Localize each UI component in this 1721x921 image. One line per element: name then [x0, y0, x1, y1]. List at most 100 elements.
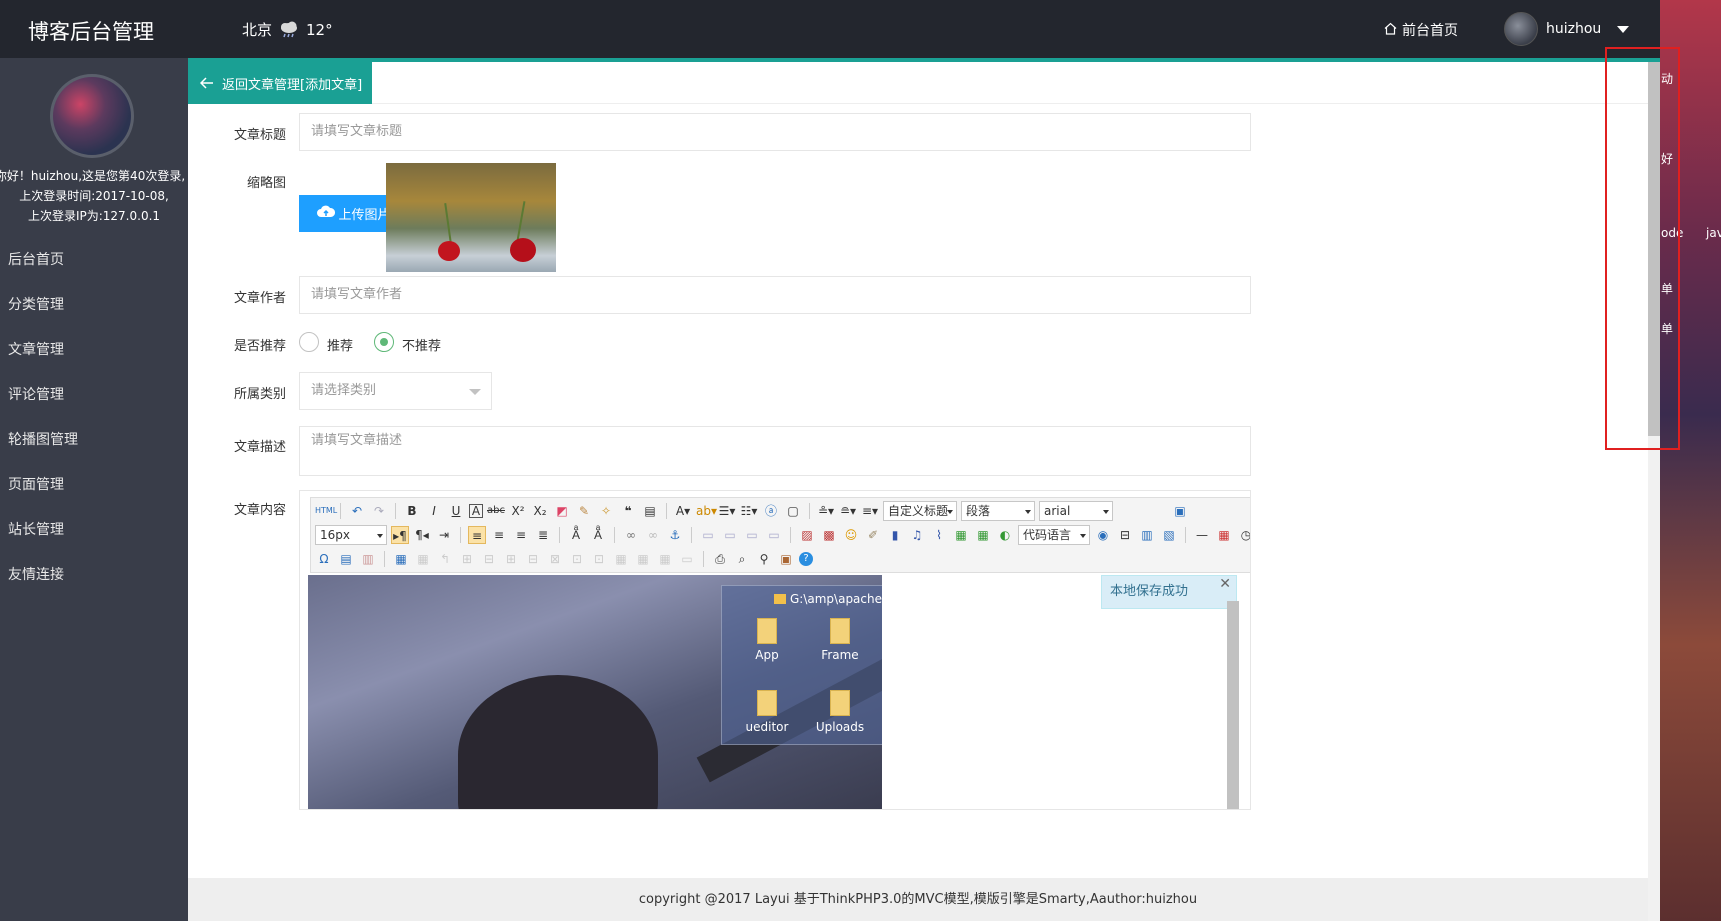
editor-scrollbar[interactable]	[1227, 601, 1239, 809]
custom-title-select[interactable]: 自定义标题	[883, 501, 957, 521]
desktop-icon-label[interactable]: jav	[1706, 226, 1721, 240]
time-icon[interactable]: ◷	[1237, 526, 1250, 544]
strikethrough-icon[interactable]: abc	[487, 502, 505, 520]
sidebar-item-comments[interactable]: 评论管理	[0, 373, 188, 418]
paste-plain-icon[interactable]: ▤	[641, 502, 659, 520]
row-spacing-top-icon[interactable]: ≗▾	[817, 502, 835, 520]
blockquote-icon[interactable]: ❝	[619, 502, 637, 520]
template-icon[interactable]: ▥	[1138, 526, 1156, 544]
site-logo[interactable]: 博客后台管理	[28, 16, 154, 46]
lowercase-icon[interactable]: Aͣ	[589, 526, 607, 544]
split-cells-icon[interactable]: ▦	[612, 550, 630, 568]
recommend-no-label[interactable]: 不推荐	[402, 335, 441, 354]
ordered-list-icon[interactable]: ☰▾	[718, 502, 736, 520]
background-icon[interactable]: ▧	[1160, 526, 1178, 544]
image-none-icon[interactable]: ▭	[699, 526, 717, 544]
scrawl-icon[interactable]: ✐	[864, 526, 882, 544]
clear-doc-icon[interactable]: ▢	[784, 502, 802, 520]
uppercase-icon[interactable]: Aͣ	[567, 526, 585, 544]
delete-col-icon[interactable]: ⊟	[524, 550, 542, 568]
merge-right-icon[interactable]: ⊡	[568, 550, 586, 568]
align-justify-icon[interactable]: ≣	[534, 526, 552, 544]
bold-icon[interactable]: B	[403, 502, 421, 520]
image-right-icon[interactable]: ▭	[743, 526, 761, 544]
anchor-icon[interactable]: ⚓	[666, 526, 684, 544]
insert-row-icon[interactable]: ⊞	[458, 550, 476, 568]
format-painter-icon[interactable]: ✎	[575, 502, 593, 520]
editor-canvas[interactable]: G:\amp\apache\H App Frame ueditor	[308, 575, 1237, 809]
align-center-icon[interactable]: ≡	[490, 526, 508, 544]
italic-icon[interactable]: I	[425, 502, 443, 520]
insert-frame-icon[interactable]: ◐	[996, 526, 1014, 544]
web-app-icon[interactable]: ◉	[1094, 526, 1112, 544]
underline-icon[interactable]: U	[447, 502, 465, 520]
recommend-no-radio[interactable]	[374, 332, 394, 352]
wordimage-icon[interactable]: ▤	[337, 550, 355, 568]
user-menu[interactable]: huizhou	[1504, 12, 1630, 46]
redo-icon[interactable]: ↷	[370, 502, 388, 520]
sidebar-item-carousel[interactable]: 轮播图管理	[0, 418, 188, 463]
insert-image-icon[interactable]: ▩	[820, 526, 838, 544]
music-icon[interactable]: ♫	[908, 526, 926, 544]
unlink-icon[interactable]: ∞	[644, 526, 662, 544]
gmap-icon[interactable]: ▦	[974, 526, 992, 544]
author-input[interactable]: 请填写文章作者	[299, 276, 1251, 314]
superscript-icon[interactable]: X²	[509, 502, 527, 520]
split-cols-icon[interactable]: ▦	[656, 550, 674, 568]
undo-icon[interactable]: ↶	[348, 502, 366, 520]
delete-table-icon[interactable]: ▦	[414, 550, 432, 568]
font-border-icon[interactable]: A	[469, 504, 483, 518]
desc-textarea[interactable]: 请填写文章描述	[299, 426, 1251, 476]
font-family-select[interactable]: arial	[1039, 501, 1113, 521]
drafts-icon[interactable]: ▣	[777, 550, 795, 568]
sidebar-item-articles[interactable]: 文章管理	[0, 328, 188, 373]
front-home-link[interactable]: 前台首页	[1384, 20, 1458, 40]
category-select[interactable]: 请选择类别	[299, 372, 492, 410]
ltr-icon[interactable]: ▸¶	[391, 526, 409, 544]
auto-format-icon[interactable]: ✧	[597, 502, 615, 520]
chart-icon[interactable]: ▭	[678, 550, 696, 568]
insert-table-icon[interactable]: ▦	[392, 550, 410, 568]
simple-upload-icon[interactable]: ▨	[798, 526, 816, 544]
unordered-list-icon[interactable]: ☷▾	[740, 502, 758, 520]
recommend-yes-label[interactable]: 推荐	[327, 335, 353, 354]
sidebar-item-admins[interactable]: 站长管理	[0, 508, 188, 553]
page-break-icon[interactable]: ⊟	[1116, 526, 1134, 544]
line-height-icon[interactable]: ≡▾	[861, 502, 879, 520]
horizontal-rule-icon[interactable]: —	[1193, 526, 1211, 544]
search-replace-icon[interactable]: ▥	[359, 550, 377, 568]
subscript-icon[interactable]: X₂	[531, 502, 549, 520]
paragraph-select[interactable]: 段落	[961, 501, 1035, 521]
align-left-icon[interactable]: ≡	[468, 526, 486, 544]
align-right-icon[interactable]: ≡	[512, 526, 530, 544]
merge-down-icon[interactable]: ⊡	[590, 550, 608, 568]
delete-row-icon[interactable]: ⊟	[480, 550, 498, 568]
sidebar-item-dashboard[interactable]: 后台首页	[0, 238, 188, 283]
fullscreen-icon[interactable]: ▣	[1171, 502, 1189, 520]
insert-video-icon[interactable]: ▮	[886, 526, 904, 544]
highlight-icon[interactable]: ab▾	[696, 502, 717, 520]
select-all-icon[interactable]: ⓐ	[762, 502, 780, 520]
sidebar-item-links[interactable]: 友情连接	[0, 553, 188, 598]
date-icon[interactable]: ▦	[1215, 526, 1233, 544]
sidebar-item-categories[interactable]: 分类管理	[0, 283, 188, 328]
font-color-icon[interactable]: A▾	[674, 502, 692, 520]
html-source-icon[interactable]: HTML	[315, 502, 337, 520]
image-center-icon[interactable]: ▭	[765, 526, 783, 544]
emotion-icon[interactable]: ☺	[842, 526, 860, 544]
indent-icon[interactable]: ⇥	[435, 526, 453, 544]
sidebar-item-pages[interactable]: 页面管理	[0, 463, 188, 508]
special-chars-icon[interactable]: Ω	[315, 550, 333, 568]
search-icon[interactable]: ⚲	[755, 550, 773, 568]
rtl-icon[interactable]: ¶◂	[413, 526, 431, 544]
merge-cells-icon[interactable]: ⊠	[546, 550, 564, 568]
insert-col-icon[interactable]: ⊞	[502, 550, 520, 568]
tab-back-to-articles[interactable]: 返回文章管理[添加文章]	[188, 62, 373, 104]
rich-text-editor[interactable]: HTML ↶ ↷ B I U A abc X² X₂ ◩ ✎ ✧ ❝ ▤ A▾ …	[299, 490, 1251, 810]
recommend-yes-radio[interactable]	[299, 332, 319, 352]
split-rows-icon[interactable]: ▦	[634, 550, 652, 568]
map-icon[interactable]: ▦	[952, 526, 970, 544]
eraser-icon[interactable]: ◩	[553, 502, 571, 520]
print-icon[interactable]: ⎙	[711, 550, 729, 568]
image-left-icon[interactable]: ▭	[721, 526, 739, 544]
